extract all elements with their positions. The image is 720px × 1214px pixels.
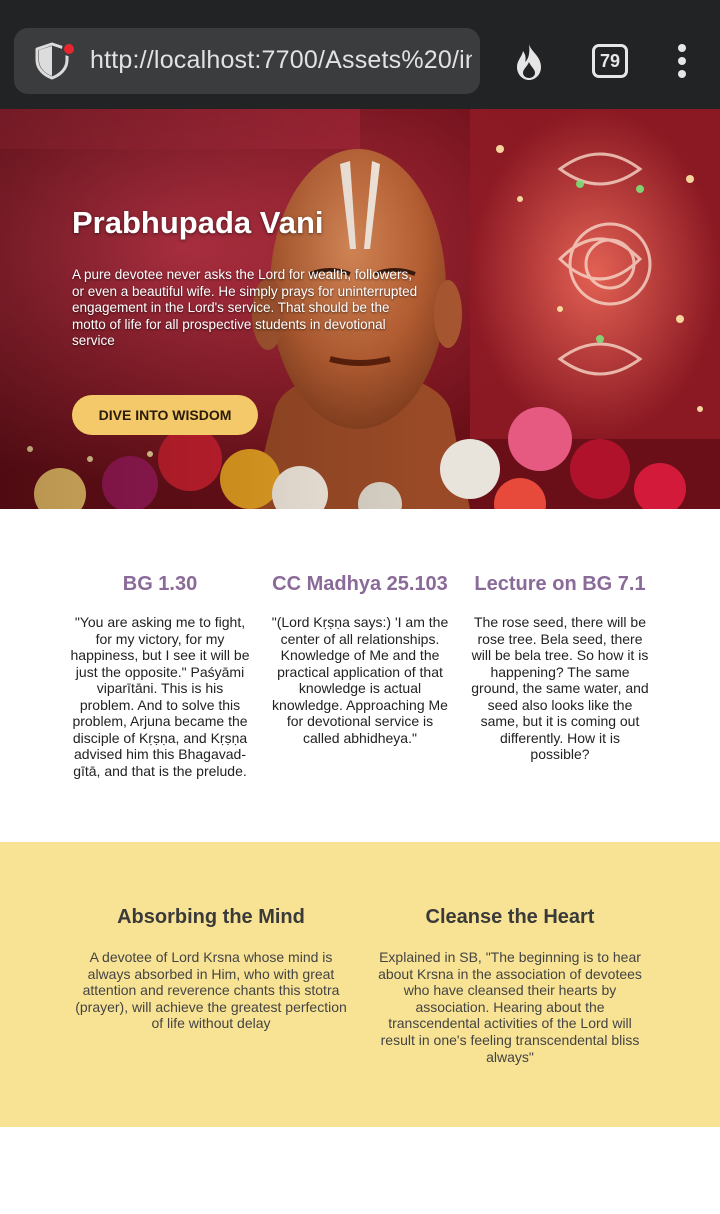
feature-body: A devotee of Lord Krsna whose mind is al… — [75, 949, 347, 1032]
feature-title: Absorbing the Mind — [117, 906, 305, 928]
shield-icon[interactable] — [34, 42, 76, 82]
more-vertical-icon[interactable] — [672, 44, 692, 80]
quote-title[interactable]: CC Madhya 25.103 — [270, 573, 450, 596]
quote-card: BG 1.30 "You are asking me to fight, for… — [70, 573, 250, 779]
hero-title: Prabhupada Vani — [72, 205, 324, 240]
dive-into-wisdom-button[interactable]: DIVE INTO WISDOM — [72, 395, 258, 435]
quote-title[interactable]: BG 1.30 — [70, 573, 250, 596]
quote-title[interactable]: Lecture on BG 7.1 — [470, 573, 650, 596]
quote-body: The rose seed, there will be rose tree. … — [471, 614, 649, 762]
feature-body: Explained in SB, "The beginning is to he… — [378, 949, 642, 1065]
quote-card: CC Madhya 25.103 "(Lord Kṛṣṇa says:) 'I … — [270, 573, 450, 746]
hero-banner: Prabhupada Vani A pure devotee never ask… — [0, 109, 720, 509]
quote-card: Lecture on BG 7.1 The rose seed, there w… — [470, 573, 650, 763]
quotes-section: BG 1.30 "You are asking me to fight, for… — [0, 509, 720, 842]
feature-title: Cleanse the Heart — [425, 906, 595, 928]
quote-body: "You are asking me to fight, for my vict… — [70, 614, 250, 779]
feature-card: Cleanse the Heart Explained in SB, "The … — [374, 906, 646, 1065]
notification-dot — [62, 42, 76, 56]
fire-icon[interactable] — [510, 42, 548, 82]
url-text[interactable]: http://localhost:7700/Assets%20/ind — [90, 46, 472, 75]
tab-switcher-button[interactable]: 79 — [592, 44, 628, 78]
quote-body: "(Lord Kṛṣṇa says:) 'I am the center of … — [271, 614, 449, 746]
browser-toolbar: http://localhost:7700/Assets%20/ind 79 — [0, 0, 720, 109]
features-section: Absorbing the Mind A devotee of Lord Krs… — [0, 842, 720, 1127]
address-bar[interactable]: http://localhost:7700/Assets%20/ind — [14, 28, 480, 94]
hero-description: A pure devotee never asks the Lord for w… — [72, 267, 418, 349]
feature-card: Absorbing the Mind A devotee of Lord Krs… — [75, 906, 347, 1032]
